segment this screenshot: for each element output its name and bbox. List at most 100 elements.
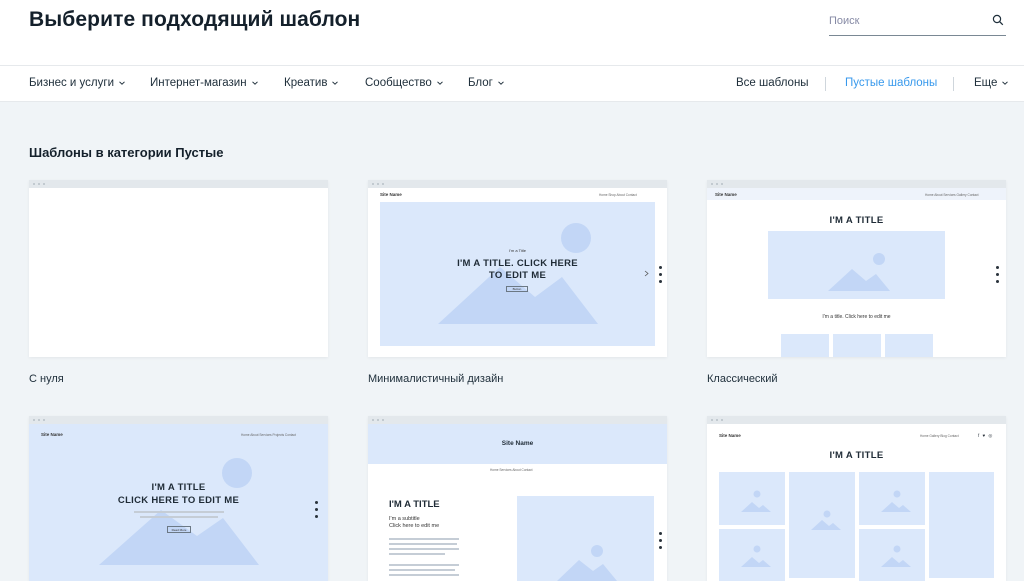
chevron-down-icon	[1002, 81, 1009, 85]
nav-divider	[953, 77, 954, 91]
mini-menu: Home Services About Contact	[490, 468, 533, 472]
nav-item-label: Сообщество	[365, 77, 432, 89]
gallery-tile	[929, 472, 994, 578]
gallery-tile	[859, 472, 925, 525]
nav-divider	[825, 77, 826, 91]
browser-bar	[29, 180, 328, 188]
nav-item-online-store[interactable]: Интернет-магазин	[150, 77, 258, 89]
chevron-down-icon	[498, 81, 504, 85]
social-icons: f ♥ ◎	[978, 433, 994, 438]
template-label[interactable]: Минималистичный дизайн	[368, 373, 503, 385]
hero-title-line1: I'M A TITLE. CLICK HERE	[457, 258, 578, 269]
nav-item-label: Блог	[468, 77, 493, 89]
blank-templates-link[interactable]: Пустые шаблоны	[845, 77, 937, 89]
hero-subtitle: I'm a subtitle	[389, 516, 420, 522]
mini-menu: Home Shop About Contact	[599, 193, 637, 197]
all-templates-link[interactable]: Все шаблоны	[736, 77, 809, 89]
text-placeholder	[140, 516, 218, 518]
mini-menu: Home Gallery Blog Contact	[920, 434, 959, 438]
page-title: Выберите подходящий шаблон	[29, 8, 361, 31]
template-preview: Site Name Home About Services Gallery Co…	[707, 188, 1006, 357]
template-preview: Site Name Home Gallery Blog Contact f ♥ …	[707, 424, 1006, 581]
template-card-minimal[interactable]: Site Name Home Shop About Contact I'm a …	[368, 180, 667, 357]
nav-item-label: Бизнес и услуги	[29, 77, 115, 89]
social-icons	[315, 501, 319, 522]
hero-caption: I'm a title. Click here to edit me	[822, 314, 891, 320]
text-placeholder	[134, 511, 224, 513]
section-title: Шаблоны в категории Пустые	[29, 145, 224, 160]
social-icons	[996, 266, 1000, 287]
template-card-gallery[interactable]: Site Name Home Gallery Blog Contact f ♥ …	[707, 416, 1006, 581]
browser-bar	[368, 180, 667, 188]
image-placeholder-icon	[741, 490, 771, 512]
template-preview: Site Name Home Shop About Contact I'm a …	[368, 188, 667, 357]
hero-title-line1: I'M A TITLE	[151, 482, 206, 493]
template-card-split[interactable]: Site Name Home Services About Contact I'…	[368, 416, 667, 581]
browser-bar	[707, 180, 1006, 188]
nav-item-blog[interactable]: Блог	[468, 77, 504, 89]
text-placeholder	[389, 538, 459, 540]
gallery-tile	[789, 472, 855, 578]
hero-title-line2: TO EDIT ME	[488, 270, 547, 281]
template-preview	[29, 188, 328, 357]
hero-kicker: I'm a Title	[509, 248, 526, 253]
text-placeholder	[389, 543, 457, 545]
gallery-tile	[885, 334, 933, 357]
search-icon[interactable]	[992, 14, 1004, 26]
template-card-hero[interactable]: Site Name Home About Services Projects C…	[29, 416, 328, 581]
template-label[interactable]: Классический	[707, 373, 778, 385]
mini-menu: Home About Services Gallery Contact	[925, 193, 979, 197]
gallery-tile	[719, 529, 785, 581]
hero-image	[768, 231, 945, 299]
hero-title: I'M A TITLE	[829, 450, 884, 461]
nav-item-label: Интернет-магазин	[150, 77, 247, 89]
text-placeholder	[389, 564, 459, 566]
nav-item-creative[interactable]: Креатив	[284, 77, 339, 89]
chevron-right-icon	[644, 270, 649, 277]
gallery-tile	[719, 472, 785, 525]
image-placeholder-icon	[881, 490, 911, 512]
template-label[interactable]: С нуля	[29, 373, 64, 385]
image-placeholder-icon	[741, 545, 771, 567]
text-placeholder	[389, 548, 459, 550]
gallery-tile	[781, 334, 829, 357]
hero-button: Button	[506, 286, 528, 292]
image-placeholder-icon	[828, 253, 890, 291]
chevron-down-icon	[119, 81, 125, 85]
search-input[interactable]	[829, 12, 979, 30]
template-preview: Site Name Home About Services Projects C…	[29, 424, 328, 581]
search-box[interactable]	[829, 10, 1006, 36]
gallery-tile	[833, 334, 881, 357]
text-placeholder	[389, 574, 459, 576]
social-icons	[659, 532, 663, 553]
chevron-down-icon	[332, 81, 339, 85]
nav-item-label: Креатив	[284, 77, 328, 89]
hero-button: Read More	[167, 526, 191, 533]
hero-image	[517, 496, 654, 581]
browser-bar	[29, 416, 328, 424]
image-placeholder-icon	[557, 545, 617, 581]
browser-bar	[707, 416, 1006, 424]
social-icons	[659, 266, 663, 287]
more-label: Еще	[974, 77, 998, 89]
gallery-tile	[859, 529, 925, 581]
text-placeholder	[389, 569, 455, 571]
nav-item-community[interactable]: Сообщество	[365, 77, 443, 89]
browser-bar	[368, 416, 667, 424]
site-name: Site Name	[380, 192, 402, 197]
template-preview: Site Name Home Services About Contact I'…	[368, 424, 667, 581]
hero-title: I'M A TITLE	[389, 499, 440, 510]
image-placeholder-icon	[881, 545, 911, 567]
chevron-down-icon	[436, 81, 443, 85]
template-card-blank[interactable]	[29, 180, 328, 357]
hero-subtitle: Click here to edit me	[389, 523, 440, 529]
chevron-down-icon	[251, 81, 258, 85]
mini-menu: Home About Services Projects Contact	[241, 433, 296, 437]
nav-item-business[interactable]: Бизнес и услуги	[29, 77, 125, 89]
site-name: Site Name	[715, 192, 737, 197]
image-placeholder-icon	[811, 510, 841, 530]
category-nav: Бизнес и услуги Интернет-магазин Креатив…	[0, 66, 1024, 102]
more-menu[interactable]: Еще	[974, 77, 1009, 89]
template-card-classic[interactable]: Site Name Home About Services Gallery Co…	[707, 180, 1006, 357]
header: Выберите подходящий шаблон	[0, 0, 1024, 66]
